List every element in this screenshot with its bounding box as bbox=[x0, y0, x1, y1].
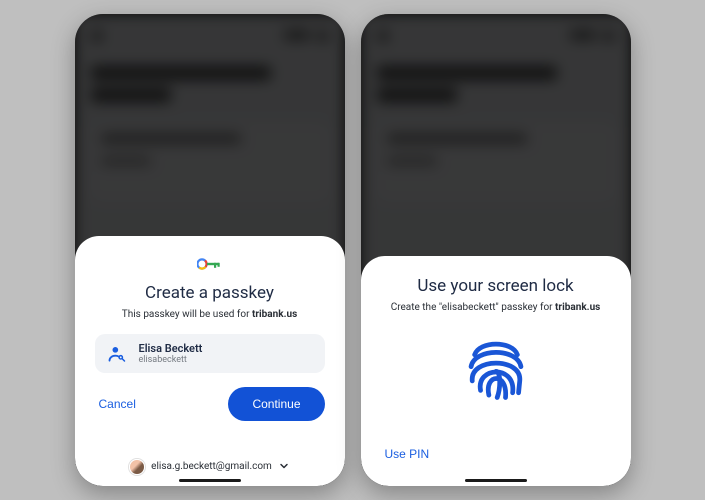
chevron-down-icon bbox=[278, 457, 290, 476]
home-indicator bbox=[465, 479, 527, 482]
account-name: Elisa Beckett bbox=[139, 342, 203, 355]
fingerprint-icon[interactable] bbox=[458, 331, 534, 411]
sheet-title: Create a passkey bbox=[93, 283, 327, 303]
continue-button[interactable]: Continue bbox=[228, 387, 324, 421]
account-card[interactable]: Elisa Beckett elisabeckett bbox=[95, 334, 325, 373]
cancel-button[interactable]: Cancel bbox=[95, 389, 140, 419]
avatar bbox=[129, 459, 145, 475]
action-row: Cancel Continue bbox=[95, 387, 325, 421]
screen-lock-sheet: Use your screen lock Create the "elisabe… bbox=[361, 256, 631, 486]
google-account-switcher[interactable]: elisa.g.beckett@gmail.com bbox=[129, 451, 290, 478]
account-text: Elisa Beckett elisabeckett bbox=[139, 342, 203, 365]
create-passkey-sheet: Create a passkey This passkey will be us… bbox=[75, 236, 345, 486]
phone-right: Use your screen lock Create the "elisabe… bbox=[361, 14, 631, 486]
sheet-subtitle: Create the "elisabeckett" passkey for tr… bbox=[379, 302, 613, 313]
sheet-title: Use your screen lock bbox=[379, 276, 613, 296]
person-key-icon bbox=[107, 344, 127, 364]
phone-left: Create a passkey This passkey will be us… bbox=[75, 14, 345, 486]
account-email: elisa.g.beckett@gmail.com bbox=[151, 461, 272, 472]
home-indicator bbox=[179, 479, 241, 482]
use-pin-button[interactable]: Use PIN bbox=[381, 439, 434, 469]
google-passkey-icon bbox=[197, 256, 223, 275]
account-username: elisabeckett bbox=[139, 355, 203, 365]
sheet-subtitle: This passkey will be used for tribank.us bbox=[93, 309, 327, 320]
